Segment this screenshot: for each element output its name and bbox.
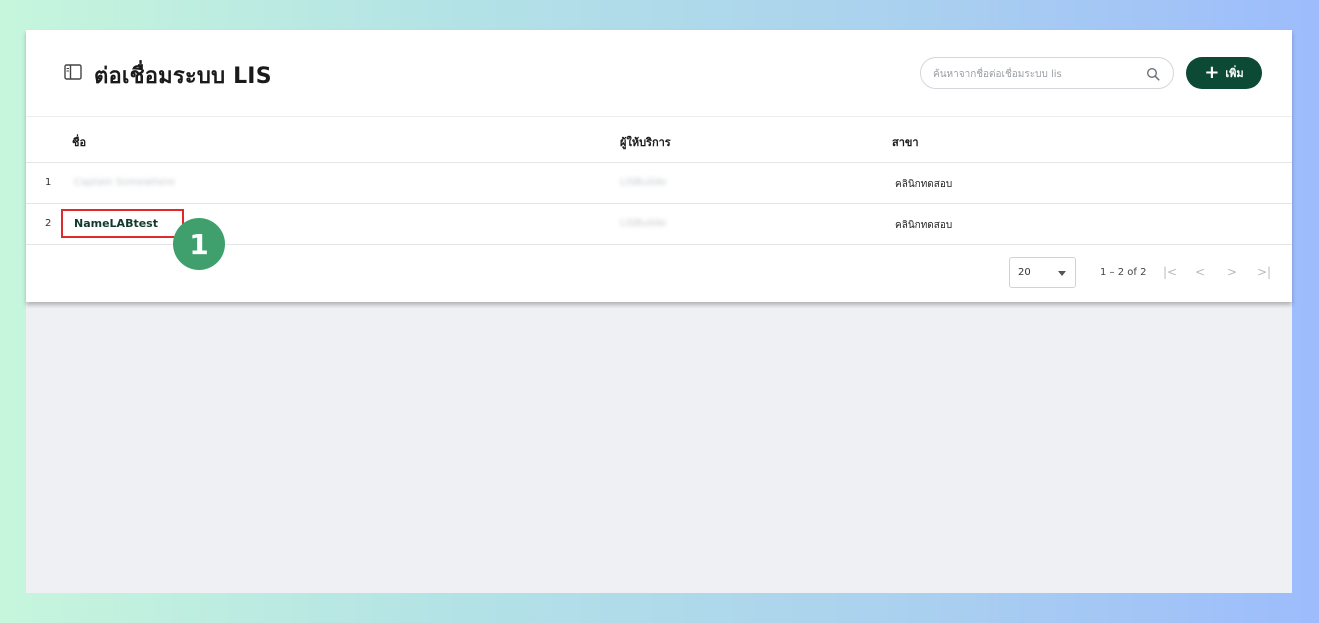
row-index: 2: [45, 218, 52, 229]
row-branch: คลินิกทดสอบ: [895, 179, 953, 190]
column-header-provider[interactable]: ผู้ให้บริการ: [620, 133, 671, 151]
content-card: ต่อเชื่อมระบบ LIS + เพิ่ม ชื่อ ผู้ให้บริ…: [26, 30, 1292, 302]
add-button-label: เพิ่ม: [1225, 67, 1244, 80]
page-range: 1 – 2 of 2: [1100, 267, 1147, 278]
page-size-select[interactable]: 20: [1009, 257, 1076, 288]
first-page-icon[interactable]: |<: [1162, 263, 1178, 281]
highlight-box: [61, 209, 184, 238]
plus-icon: +: [1204, 62, 1220, 83]
page-size-value: 20: [1018, 267, 1031, 278]
paginator: 20 1 – 2 of 2 |< < > >|: [26, 256, 1292, 292]
add-button[interactable]: + เพิ่ม: [1186, 57, 1262, 89]
column-header-name[interactable]: ชื่อ: [72, 133, 86, 151]
chevron-down-icon: [1058, 271, 1066, 276]
last-page-icon[interactable]: >|: [1256, 263, 1272, 281]
row-provider: LISBuilde: [620, 218, 667, 229]
app-window: ต่อเชื่อมระบบ LIS + เพิ่ม ชื่อ ผู้ให้บริ…: [26, 30, 1292, 593]
table-header: ชื่อ ผู้ให้บริการ สาขา: [26, 118, 1292, 163]
search-input[interactable]: [933, 64, 1133, 84]
page-header: ต่อเชื่อมระบบ LIS + เพิ่ม: [26, 30, 1292, 117]
next-page-icon[interactable]: >: [1224, 263, 1240, 281]
search-icon[interactable]: [1146, 67, 1160, 81]
table-row[interactable]: 1 Captain Somewhere LISBuilde คลินิกทดสอ…: [26, 163, 1292, 204]
sidebar-toggle-icon[interactable]: [64, 64, 82, 80]
row-branch: คลินิกทดสอบ: [895, 220, 953, 231]
row-name[interactable]: Captain Somewhere: [74, 177, 175, 188]
search-box[interactable]: [920, 57, 1174, 89]
row-provider: LISBuilde: [620, 177, 667, 188]
prev-page-icon[interactable]: <: [1192, 263, 1208, 281]
page-title: ต่อเชื่อมระบบ LIS: [94, 64, 272, 89]
row-index: 1: [45, 177, 52, 188]
column-header-branch[interactable]: สาขา: [892, 133, 919, 151]
